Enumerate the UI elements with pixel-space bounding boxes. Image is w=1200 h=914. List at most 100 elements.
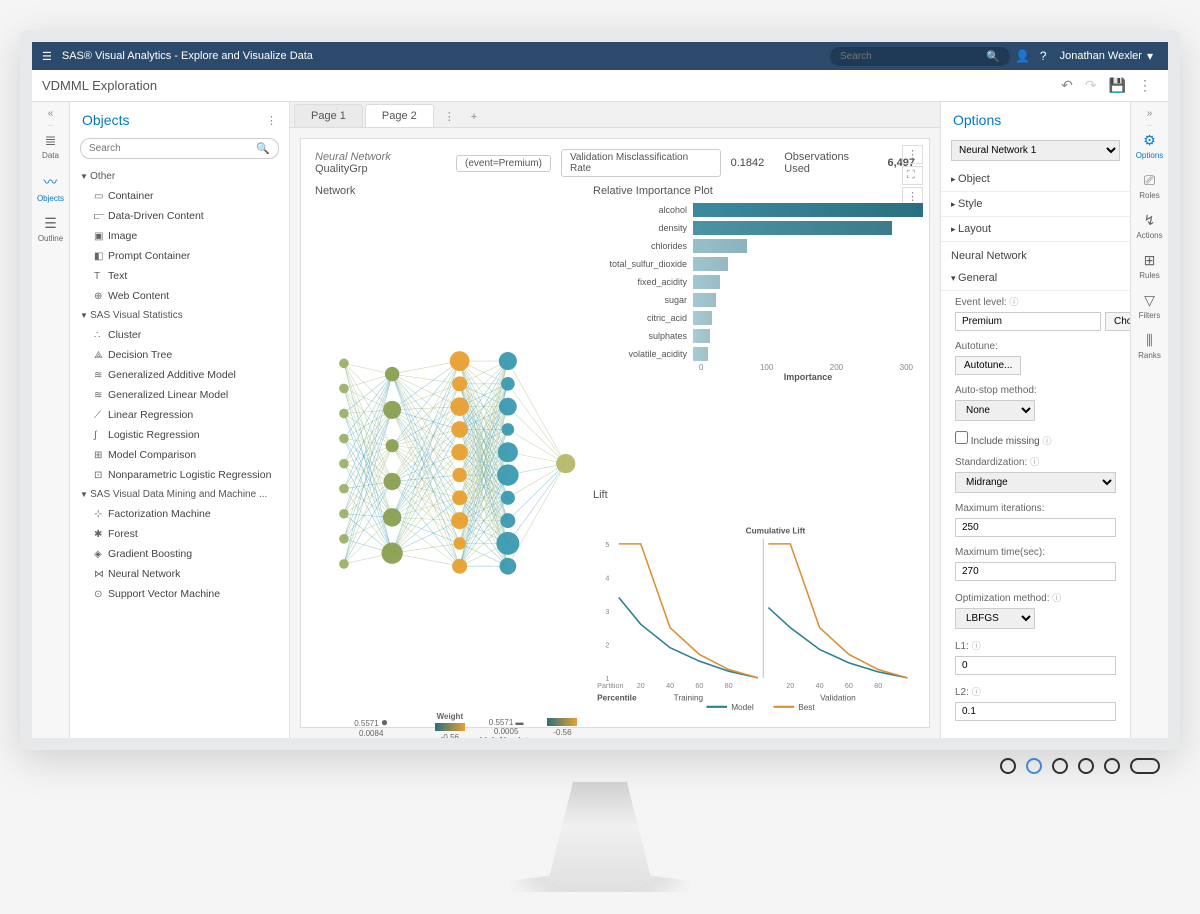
svg-text:20: 20 [786,681,794,690]
info-icon[interactable]: ⓘ [1042,436,1051,446]
autostop-select[interactable]: None [955,400,1035,421]
obs-label: Observations Used [784,151,877,175]
tab-more-icon[interactable]: ⋮ [436,106,463,127]
bar-row: sulphates [593,327,923,345]
svg-text:Model: Model [731,703,754,712]
rail-actions[interactable]: ↯Actions [1136,206,1164,246]
app-topbar: ☰ SAS® Visual Analytics - Explore and Vi… [32,42,1168,70]
rail-options[interactable]: ⚙Options [1136,126,1164,166]
object-linear-regression[interactable]: ⟋Linear Regression [70,405,289,425]
object-image[interactable]: ▣Image [70,226,289,246]
bar-row: alcohol [593,201,923,219]
object-prompt-container[interactable]: ◧Prompt Container [70,246,289,266]
user-menu-caret-icon[interactable]: ▾ [1147,49,1153,63]
lift-title: Lift [593,489,923,501]
importance-title: Relative Importance Plot [593,185,923,197]
object-gradient-boosting[interactable]: ◈Gradient Boosting [70,544,289,564]
panel-more-icon[interactable]: ⋮ [266,114,277,127]
section-layout[interactable]: Layout [941,217,1130,242]
rail-ranks[interactable]: ⫼Ranks [1136,326,1164,366]
object-decision-tree[interactable]: ⟁Decision Tree [70,345,289,365]
section-object[interactable]: Object [941,167,1130,192]
object-generalized-linear-model[interactable]: ≋Generalized Linear Model [70,385,289,405]
model-type: Neural Network [315,151,391,163]
collapse-left-icon[interactable]: « [48,108,54,126]
help-icon[interactable]: ? [1040,49,1047,63]
bar-row: fixed_acidity [593,273,923,291]
object-data-driven-content[interactable]: ⫍Data-Driven Content [70,206,289,226]
object-container[interactable]: ▭Container [70,186,289,206]
max-time-input[interactable] [955,562,1116,581]
card-menu-icon[interactable]: ⋮ [902,145,923,164]
user-name[interactable]: Jonathan Wexler [1060,50,1142,62]
info-icon[interactable]: ⓘ [972,687,981,697]
svg-text:Validation: Validation [820,694,856,703]
objects-panel: Objects ⋮ 🔍 Other▭Container⫍Data-Driven … [70,102,290,738]
user-icon[interactable]: 👤 [1015,49,1030,63]
group-sas-visual-data-mining-and-machine-[interactable]: SAS Visual Data Mining and Machine ... [70,485,289,504]
menu-icon[interactable]: ☰ [42,50,52,63]
include-missing-checkbox[interactable] [955,431,968,444]
object-forest[interactable]: ✱Forest [70,524,289,544]
objects-search-input[interactable] [89,143,256,154]
add-page-icon[interactable]: + [463,107,485,127]
tab-page-2[interactable]: Page 2 [365,104,434,127]
section-style[interactable]: Style [941,192,1130,217]
info-icon[interactable]: ⓘ [1009,297,1018,307]
rail-filters[interactable]: ▽Filters [1136,286,1164,326]
rail-roles[interactable]: ⎚Roles [1136,166,1164,206]
object-cluster[interactable]: ∴Cluster [70,325,289,345]
choose-button[interactable]: Choose [1105,312,1130,331]
object-web-content[interactable]: ⊕Web Content [70,286,289,306]
canvas-area: Page 1Page 2 ⋮ + ⋮ ⛶ ⋮ Neural Network Qu… [290,102,940,738]
expand-icon[interactable]: ⛶ [902,166,923,185]
collapse-right-icon[interactable]: » [1147,108,1153,126]
tab-page-1[interactable]: Page 1 [294,104,363,127]
opt-method-select[interactable]: LBFGS [955,608,1035,629]
search-icon[interactable]: 🔍 [256,142,270,155]
object-generalized-additive-model[interactable]: ≋Generalized Additive Model [70,365,289,385]
svg-text:Partition: Partition [597,681,623,690]
event-level-field[interactable] [955,312,1101,331]
rail-rules[interactable]: ⊞Rules [1136,246,1164,286]
object-selector[interactable]: Neural Network 1 [951,140,1120,161]
autotune-button[interactable]: Autotune... [955,356,1021,375]
general-section[interactable]: General [941,266,1130,291]
group-sas-visual-statistics[interactable]: SAS Visual Statistics [70,306,289,325]
project-name: VDMML Exploration [42,78,1055,93]
options-title: Options [953,112,1001,128]
rail-data[interactable]: ≣Data [37,126,64,166]
rail-objects[interactable]: 〰Objects [37,166,64,209]
undo-icon[interactable]: ↶ [1061,77,1073,94]
right-rail: » ⚙Options⎚Roles↯Actions⊞Rules▽Filters⫼R… [1130,102,1168,738]
more-icon[interactable]: ⋮ [1138,77,1152,94]
svg-text:60: 60 [845,681,853,690]
object-model-comparison[interactable]: ⊞Model Comparison [70,445,289,465]
app-title: SAS® Visual Analytics - Explore and Visu… [62,50,313,62]
save-icon[interactable]: 💾 [1109,77,1126,94]
left-rail: « ≣Data〰Objects☰Outline [32,102,70,738]
metric-pill[interactable]: Validation Misclassification Rate [561,149,721,177]
l2-input[interactable] [955,702,1116,721]
event-pill[interactable]: (event=Premium) [456,155,551,172]
l1-input[interactable] [955,656,1116,675]
objects-search[interactable]: 🔍 [80,138,279,159]
max-iter-input[interactable] [955,518,1116,537]
info-icon[interactable]: ⓘ [1052,593,1061,603]
object-logistic-regression[interactable]: ∫Logistic Regression [70,425,289,445]
object-nonparametric-logistic-regression[interactable]: ⊡Nonparametric Logistic Regression [70,465,289,485]
redo-icon[interactable]: ↷ [1085,77,1097,94]
group-other[interactable]: Other [70,167,289,186]
object-factorization-machine[interactable]: ⊹Factorization Machine [70,504,289,524]
object-neural-network[interactable]: ⋈Neural Network [70,564,289,584]
info-icon[interactable]: ⓘ [972,641,981,651]
info-icon[interactable]: ⓘ [1030,457,1039,467]
search-icon[interactable]: 🔍 [986,50,1000,63]
rail-outline[interactable]: ☰Outline [37,209,64,249]
standardization-select[interactable]: Midrange [955,472,1116,493]
search-input[interactable] [840,51,986,62]
global-search[interactable]: 🔍 [830,47,1010,66]
svg-text:40: 40 [666,681,674,690]
object-text[interactable]: TText [70,266,289,286]
object-support-vector-machine[interactable]: ⊙Support Vector Machine [70,584,289,604]
